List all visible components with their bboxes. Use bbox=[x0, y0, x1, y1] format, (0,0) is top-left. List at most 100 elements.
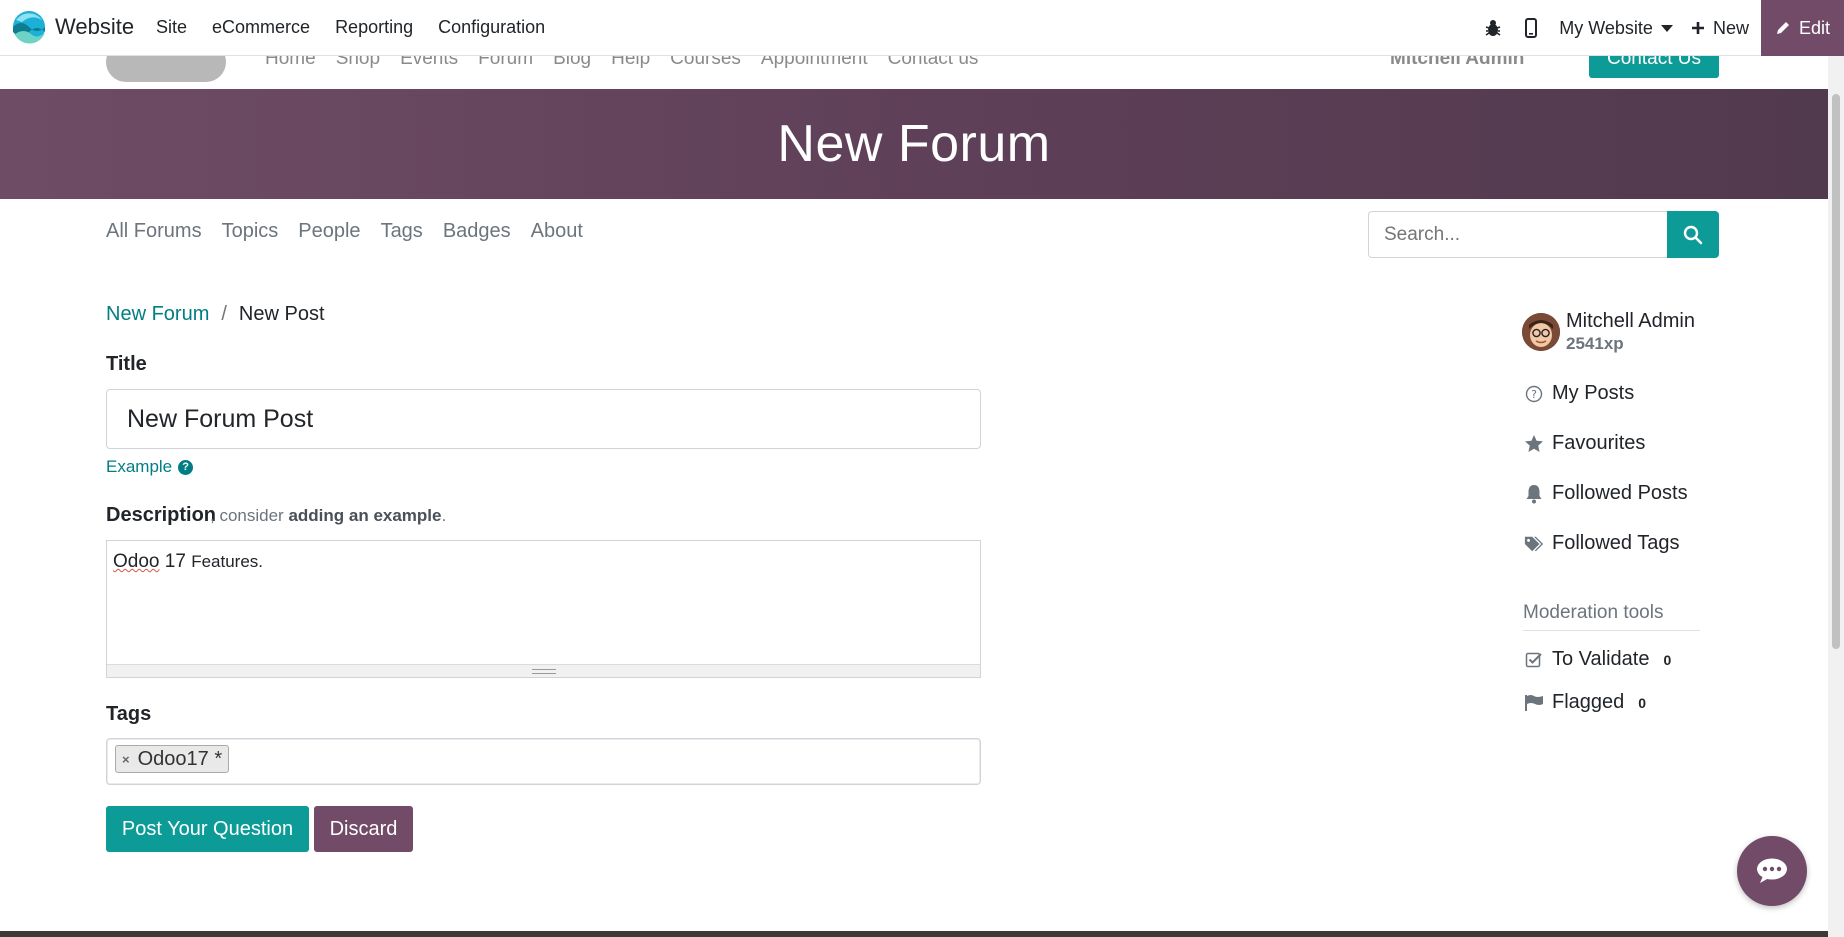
caret-down-icon bbox=[1660, 24, 1673, 32]
description-hint: , consider adding an example. bbox=[210, 506, 446, 526]
pencil-icon bbox=[1776, 22, 1789, 34]
contact-us-button[interactable]: Contact Us bbox=[1589, 56, 1719, 78]
new-label: New bbox=[1712, 17, 1749, 38]
avatar[interactable] bbox=[1522, 313, 1560, 351]
forum-nav-people[interactable]: People bbox=[298, 220, 360, 243]
sidebar-item-favourites[interactable]: Favourites bbox=[1524, 432, 1645, 455]
bell-icon bbox=[1524, 484, 1544, 504]
example-link[interactable]: Example ? bbox=[106, 457, 194, 477]
sidebar-item-label: Favourites bbox=[1552, 432, 1646, 454]
forum-nav-tags[interactable]: Tags bbox=[381, 220, 423, 243]
forum-title: New Forum bbox=[777, 115, 1051, 173]
sidebar-item-followed-posts[interactable]: Followed Posts bbox=[1524, 482, 1688, 505]
website-selector[interactable]: My Website bbox=[1559, 18, 1673, 39]
site-nav-courses[interactable]: Courses bbox=[670, 56, 741, 70]
sidebar-item-label: My Posts bbox=[1552, 382, 1635, 404]
sidebar-item-label: To Validate bbox=[1552, 648, 1650, 670]
star-icon bbox=[1524, 434, 1544, 454]
edit-label: Edit bbox=[1798, 17, 1830, 38]
menu-ecommerce[interactable]: eCommerce bbox=[212, 17, 310, 38]
sidebar-item-flagged[interactable]: Flagged 0 bbox=[1524, 691, 1646, 714]
title-label: Title bbox=[106, 353, 147, 375]
sidebar-item-followed-tags[interactable]: Followed Tags bbox=[1524, 532, 1679, 555]
scrollbar-thumb[interactable] bbox=[1832, 94, 1840, 649]
tag-chip: × Odoo17 * bbox=[115, 745, 230, 773]
new-content-button[interactable]: New bbox=[1691, 18, 1749, 39]
footer-edge bbox=[0, 931, 1828, 937]
site-nav-blog[interactable]: Blog bbox=[553, 56, 591, 70]
sidebar-user-name[interactable]: Mitchell Admin bbox=[1566, 310, 1695, 333]
grip-icon bbox=[531, 668, 556, 674]
breadcrumb-parent[interactable]: New Forum bbox=[106, 303, 209, 326]
question-circle-icon: ? bbox=[1524, 384, 1544, 404]
site-nav-contact[interactable]: Contact us bbox=[888, 56, 979, 70]
website-nav: Home Shop Events Forum Blog Help Courses… bbox=[265, 56, 998, 70]
discard-button[interactable]: Discard bbox=[314, 806, 413, 852]
tag-chip-label: Odoo17 * bbox=[137, 747, 223, 770]
site-nav-home[interactable]: Home bbox=[265, 56, 316, 70]
forum-hero-banner: New Forum bbox=[0, 89, 1828, 199]
menu-site[interactable]: Site bbox=[156, 17, 187, 38]
description-hint-suffix: . bbox=[441, 506, 447, 525]
plus-icon bbox=[1691, 22, 1704, 34]
admin-navbar: Website Site eCommerce Reporting Configu… bbox=[0, 0, 1844, 56]
livechat-button[interactable] bbox=[1737, 836, 1807, 906]
sidebar-item-my-posts[interactable]: ? My Posts bbox=[1524, 382, 1634, 405]
description-label: Description bbox=[106, 504, 217, 526]
question-circle-icon: ? bbox=[178, 459, 194, 475]
app-menu: Site eCommerce Reporting Configuration bbox=[156, 17, 570, 38]
flagged-count: 0 bbox=[1638, 694, 1647, 711]
breadcrumb: New Forum / New Post bbox=[106, 303, 325, 326]
post-question-button[interactable]: Post Your Question bbox=[106, 806, 309, 852]
remove-tag-icon[interactable]: × bbox=[120, 752, 132, 767]
page-scrollbar[interactable] bbox=[1828, 56, 1844, 937]
mobile-preview-icon[interactable] bbox=[1521, 18, 1541, 38]
menu-reporting[interactable]: Reporting bbox=[335, 17, 413, 38]
forum-nav-all-forums[interactable]: All Forums bbox=[106, 220, 202, 243]
sidebar-item-to-validate[interactable]: To Validate 0 bbox=[1524, 648, 1671, 671]
site-nav-events[interactable]: Events bbox=[400, 56, 458, 70]
tags-label: Tags bbox=[106, 703, 152, 725]
example-label: Example bbox=[106, 457, 173, 476]
forum-nav-topics[interactable]: Topics bbox=[222, 220, 279, 243]
title-input[interactable] bbox=[106, 389, 981, 449]
website-header: Home Shop Events Forum Blog Help Courses… bbox=[0, 56, 1828, 89]
edit-button[interactable]: Edit bbox=[1760, 0, 1844, 56]
breadcrumb-separator: / bbox=[221, 303, 227, 325]
svg-text:?: ? bbox=[1531, 388, 1537, 401]
sidebar-item-label: Flagged bbox=[1552, 691, 1625, 713]
site-nav-appointment[interactable]: Appointment bbox=[761, 56, 868, 70]
forum-nav: All Forums Topics People Tags Badges Abo… bbox=[106, 220, 603, 243]
menu-configuration[interactable]: Configuration bbox=[438, 17, 545, 38]
editor-resize-handle[interactable] bbox=[107, 664, 980, 677]
tags-input[interactable]: × Odoo17 * bbox=[106, 738, 981, 785]
chat-bubble-icon bbox=[1757, 858, 1787, 883]
website-app-icon[interactable] bbox=[12, 10, 46, 44]
app-name[interactable]: Website bbox=[55, 14, 134, 40]
forum-nav-badges[interactable]: Badges bbox=[443, 220, 511, 243]
bug-icon[interactable] bbox=[1483, 18, 1503, 38]
website-selector-label: My Website bbox=[1559, 17, 1653, 38]
forum-nav-about[interactable]: About bbox=[531, 220, 583, 243]
admin-navbar-right: My Website New Edit bbox=[1483, 0, 1844, 56]
tags-icon bbox=[1524, 534, 1544, 554]
site-nav-shop[interactable]: Shop bbox=[336, 56, 380, 70]
check-square-icon bbox=[1524, 650, 1544, 670]
description-word-misspelled: Odoo bbox=[113, 551, 160, 572]
site-nav-forum[interactable]: Forum bbox=[478, 56, 533, 70]
site-user-menu[interactable]: Mitchell Admin bbox=[1390, 56, 1524, 70]
site-logo[interactable] bbox=[106, 56, 226, 82]
sidebar-item-label: Followed Tags bbox=[1552, 532, 1680, 554]
moderation-tools-title: Moderation tools bbox=[1523, 602, 1700, 631]
description-hint-prefix: , consider bbox=[210, 506, 284, 525]
description-content: Odoo 17 Features. bbox=[113, 551, 263, 573]
sidebar-user-xp: 2541xp bbox=[1566, 334, 1624, 353]
description-word-version: 17 bbox=[164, 551, 186, 572]
description-editor[interactable]: Odoo 17 Features. bbox=[106, 540, 981, 678]
description-hint-link[interactable]: adding an example bbox=[288, 506, 441, 525]
flag-icon bbox=[1524, 693, 1544, 713]
sidebar-item-label: Followed Posts bbox=[1552, 482, 1688, 504]
search-button[interactable] bbox=[1667, 211, 1719, 258]
site-nav-help[interactable]: Help bbox=[611, 56, 650, 70]
forum-search-input[interactable] bbox=[1368, 211, 1669, 258]
